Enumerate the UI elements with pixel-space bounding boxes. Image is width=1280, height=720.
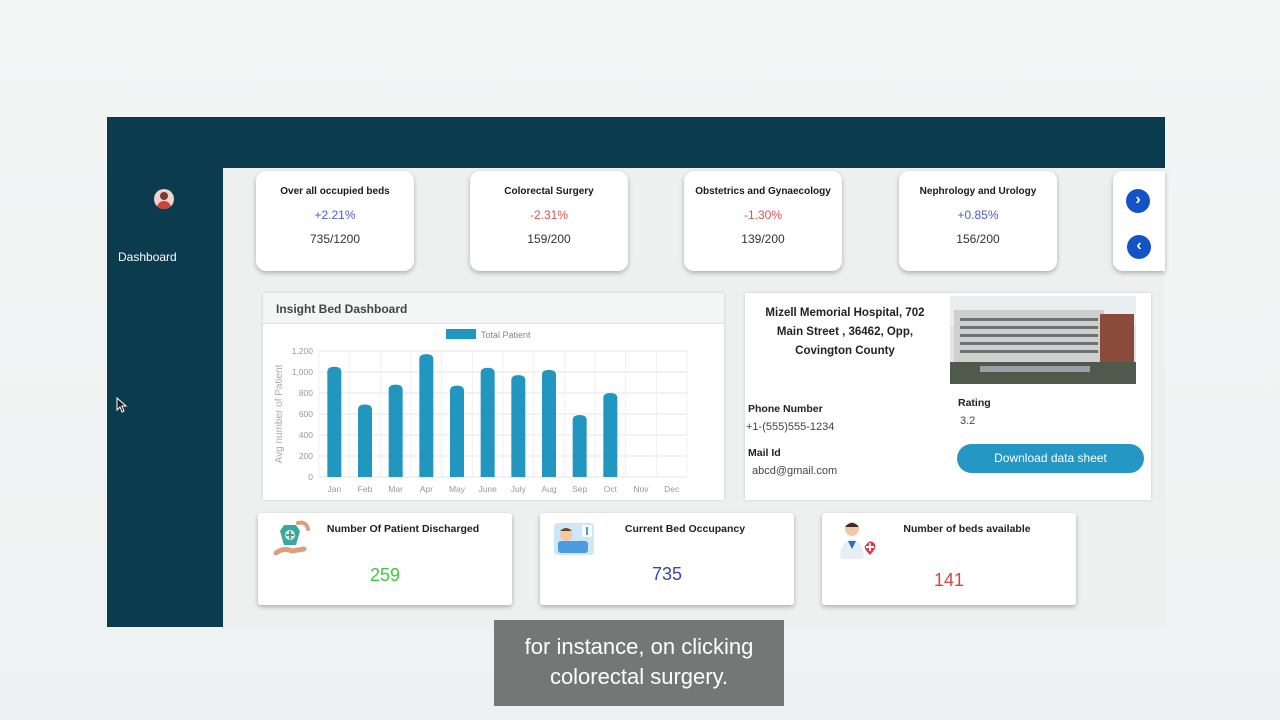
stat-card-nephrology[interactable]: Nephrology and Urology +0.85% 156/200 xyxy=(899,171,1057,271)
summary-value: 735 xyxy=(651,564,683,584)
x-tick-label: Feb xyxy=(358,484,373,494)
bar-feb xyxy=(358,404,372,477)
x-tick-label: June xyxy=(478,484,497,494)
hospital-building-image xyxy=(950,296,1136,384)
stat-title: Obstetrics and Gynaecology xyxy=(695,186,831,197)
sidebar-item-dashboard[interactable]: Dashboard xyxy=(118,250,177,264)
stat-title: Nephrology and Urology xyxy=(919,186,1037,197)
stat-change: +2.21% xyxy=(314,208,356,222)
y-axis-label: Avg number of Patient xyxy=(274,364,285,463)
summary-value: 141 xyxy=(933,570,965,590)
x-tick-label: Dec xyxy=(664,484,680,494)
summary-card-available: Number of beds available 141 xyxy=(822,513,1076,605)
y-tick-label: 1,200 xyxy=(292,346,314,356)
bar-jan xyxy=(327,366,342,477)
stat-change: -1.30% xyxy=(743,208,783,222)
x-tick-label: Sep xyxy=(572,484,587,494)
bar-mar xyxy=(388,384,403,477)
avatar[interactable] xyxy=(154,189,174,209)
phone-value: +1-(555)555-1234 xyxy=(746,421,835,433)
stat-title: Colorectal Surgery xyxy=(504,186,594,197)
x-tick-label: Apr xyxy=(420,484,433,494)
stat-value: 156/200 xyxy=(956,232,1000,246)
x-tick-label: Oct xyxy=(604,484,618,494)
summary-title: Number of beds available xyxy=(903,523,1031,535)
summary-card-discharged: Number Of Patient Discharged 259 xyxy=(258,513,512,605)
x-tick-label: May xyxy=(449,484,466,494)
stat-change: +0.85% xyxy=(957,208,999,222)
bar-july xyxy=(511,375,526,477)
y-tick-label: 800 xyxy=(299,388,313,398)
chevron-left-icon[interactable]: ‹ xyxy=(1127,235,1151,259)
patient-care-icon xyxy=(270,519,314,563)
rating-label: Rating xyxy=(958,397,991,409)
stat-value: 159/200 xyxy=(527,232,571,246)
chart-panel-title: Insight Bed Dashboard xyxy=(263,293,724,324)
mouse-cursor-icon xyxy=(116,397,128,413)
bar-chart: Total Patient 0 200 400 600 800 1,000 1,200 Avg … xyxy=(274,329,688,494)
summary-title: Current Bed Occupancy xyxy=(624,523,746,535)
hospital-name: Mizell Memorial Hospital, 702 Main Stree… xyxy=(765,307,925,357)
caption-line-2: colorectal surgery. xyxy=(549,664,729,689)
rating-value: 3.2 xyxy=(960,415,976,427)
bar-june xyxy=(480,367,495,477)
app-window: Dashboard Over all occupied beds +2.21% … xyxy=(107,117,1165,627)
stat-value: 139/200 xyxy=(741,232,785,246)
y-tick-label: 400 xyxy=(299,430,313,440)
chevron-right-icon[interactable]: › xyxy=(1126,189,1150,213)
summary-card-occupancy: Current Bed Occupancy 735 xyxy=(540,513,794,605)
caption-line-1: for instance, on clicking xyxy=(524,634,754,659)
phone-label: Phone Number xyxy=(748,403,823,415)
insight-bed-chart-panel: Insight Bed Dashboard Total Patient 0 200 4… xyxy=(263,293,724,500)
mail-value: abcd@gmail.com xyxy=(752,465,838,477)
bar-aug xyxy=(542,369,556,477)
x-tick-label: Aug xyxy=(541,484,556,494)
bar-may xyxy=(450,385,464,477)
top-bar xyxy=(107,117,1165,168)
main-content: Over all occupied beds +2.21% 735/1200 C… xyxy=(223,168,1165,627)
y-tick-label: 0 xyxy=(308,472,313,482)
stat-value: 735/1200 xyxy=(309,232,361,246)
x-tick-label: Jan xyxy=(327,484,341,494)
legend-label: Total Patient xyxy=(481,330,531,340)
stat-card-overall[interactable]: Over all occupied beds +2.21% 735/1200 xyxy=(256,171,414,271)
bar-apr xyxy=(419,354,434,477)
stat-change: -2.31% xyxy=(529,208,569,222)
y-tick-label: 600 xyxy=(299,409,313,419)
summary-value: 259 xyxy=(369,565,401,585)
patient-bed-icon xyxy=(552,519,596,563)
bar-oct xyxy=(603,393,618,477)
x-tick-label: July xyxy=(511,484,527,494)
x-tick-label: Nov xyxy=(633,484,649,494)
video-caption: for instance, on clicking colorectal sur… xyxy=(494,620,784,706)
download-data-sheet-button[interactable]: Download data sheet xyxy=(957,444,1144,473)
legend-swatch xyxy=(446,329,476,339)
stat-card-colorectal[interactable]: Colorectal Surgery -2.31% 159/200 xyxy=(470,171,628,271)
summary-title: Number Of Patient Discharged xyxy=(326,523,480,535)
doctor-icon xyxy=(834,519,878,563)
stat-title: Over all occupied beds xyxy=(280,186,390,197)
bar-sep xyxy=(572,415,587,477)
avatar-head xyxy=(160,192,168,200)
avatar-body xyxy=(157,201,171,209)
x-tick-label: Mar xyxy=(388,484,403,494)
hospital-info-card: Mizell Memorial Hospital, 702 Main Stree… xyxy=(745,293,1151,500)
stat-card-obstetrics[interactable]: Obstetrics and Gynaecology -1.30% 139/20… xyxy=(684,171,842,271)
y-tick-label: 200 xyxy=(299,451,313,461)
mail-label: Mail Id xyxy=(748,447,781,459)
y-tick-label: 1,000 xyxy=(292,367,314,377)
